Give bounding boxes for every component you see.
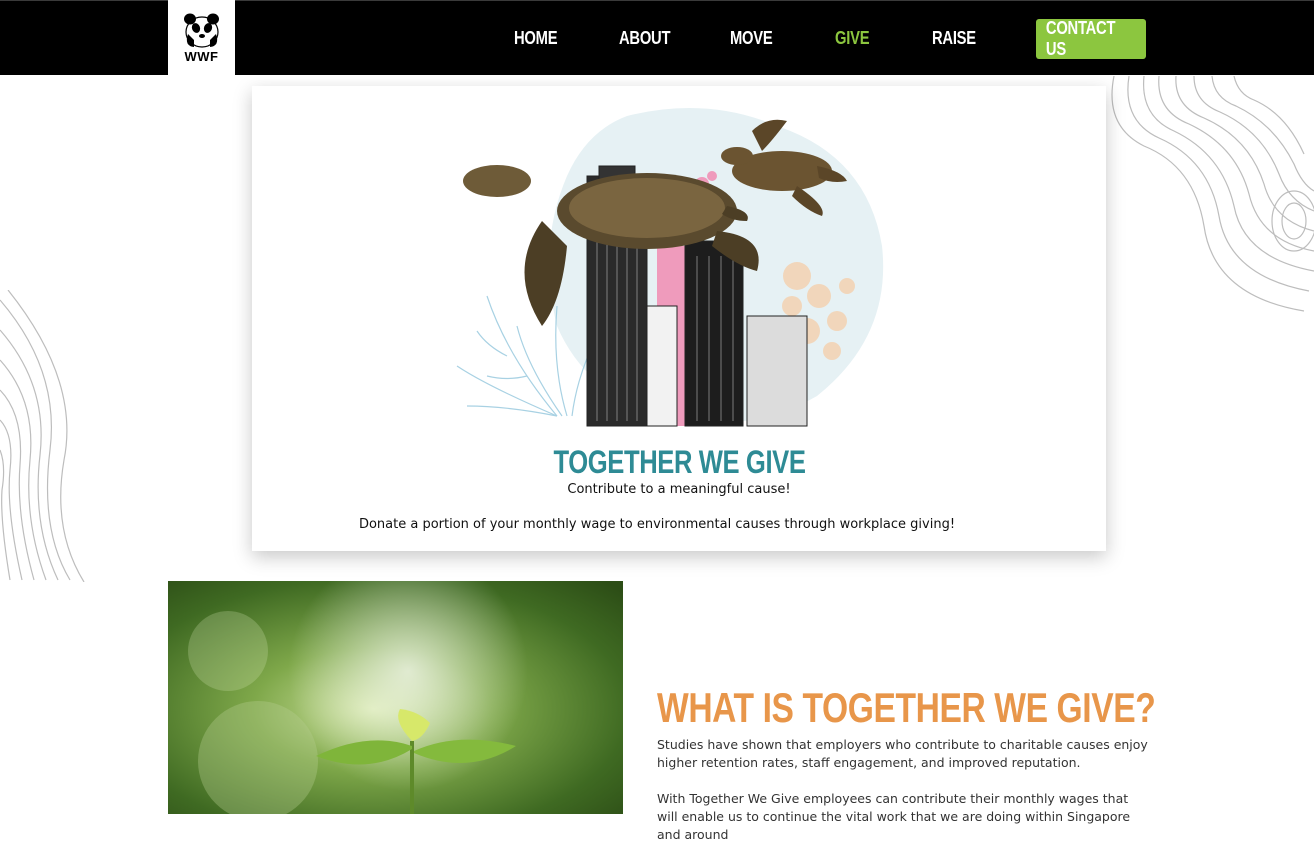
contact-us-button[interactable]: CONTACT US bbox=[1036, 18, 1146, 59]
hero-title: TOGETHER WE GIVE bbox=[252, 444, 1106, 481]
hero-title-text: TOGETHER WE GIVE bbox=[553, 444, 805, 480]
section-heading: WHAT IS TOGETHER WE GIVE? bbox=[657, 684, 1156, 731]
turtle-city-illustration bbox=[456, 108, 884, 427]
hero-subtitle: Contribute to a meaningful cause! bbox=[567, 482, 791, 497]
contact-us-label: CONTACT US bbox=[1045, 18, 1116, 59]
seedling-illustration bbox=[168, 581, 623, 814]
nav-move[interactable]: MOVE bbox=[730, 28, 773, 49]
hero-card: TOGETHER WE GIVE Contribute to a meaning… bbox=[252, 86, 1106, 551]
nav-home[interactable]: HOME bbox=[514, 28, 558, 49]
topographic-lines-right bbox=[1111, 76, 1314, 312]
about-paragraph-2: With Together We Give employees can cont… bbox=[657, 791, 1131, 842]
nav-give[interactable]: GIVE bbox=[835, 28, 870, 49]
nav-about[interactable]: ABOUT bbox=[619, 28, 670, 49]
about-paragraph-1: Studies have shown that employers who co… bbox=[657, 737, 1148, 770]
nav-raise[interactable]: RAISE bbox=[932, 28, 976, 49]
hero-description: Donate a portion of your monthly wage to… bbox=[358, 517, 956, 532]
seedling-photo bbox=[168, 581, 623, 814]
topographic-lines-left bbox=[0, 290, 85, 582]
